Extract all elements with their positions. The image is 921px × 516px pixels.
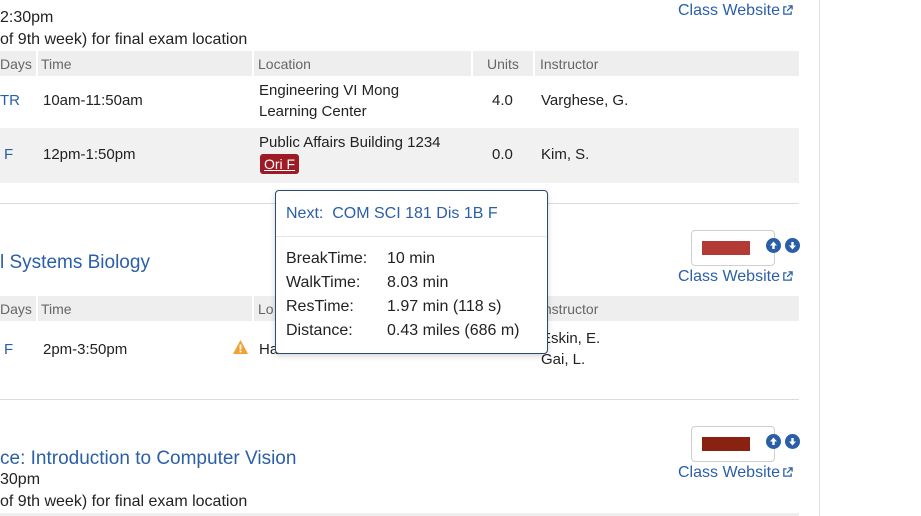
color-swatch	[702, 241, 750, 255]
row-instructor-1: Eskin, E.	[541, 330, 601, 347]
header-instructor: Instructor	[540, 301, 599, 317]
tooltip-break-value: 10 min	[387, 250, 436, 267]
row-instructor: Kim, S.	[541, 146, 590, 163]
ori-f-badge[interactable]: Ori F	[260, 154, 300, 174]
col-gap	[471, 51, 473, 76]
row-time: 12pm-1:50pm	[43, 146, 136, 163]
class-website-label: Class Website	[678, 2, 780, 19]
col-gap	[36, 296, 38, 321]
row-days: F	[4, 146, 14, 163]
course3-final-note: of 9th week) for final exam location	[0, 493, 248, 510]
course2-title[interactable]: l Systems Biology	[0, 252, 150, 274]
section-divider	[0, 399, 799, 400]
move-down-icon[interactable]	[785, 238, 800, 253]
course1-time-line: 2:30pm	[0, 9, 54, 26]
course2-color-picker[interactable]	[691, 230, 775, 266]
col-gap	[252, 296, 254, 321]
color-swatch	[702, 437, 750, 451]
row-location-line2: Learning Center	[259, 103, 367, 120]
class-website-label: Class Website	[678, 464, 780, 481]
move-up-icon[interactable]	[766, 434, 781, 449]
row-location-line1: Public Affairs Building 1234	[259, 134, 441, 151]
row-instructor-2: Gai, L.	[541, 351, 586, 368]
col-gap	[533, 51, 535, 76]
tooltip-res-label: ResTime:	[286, 298, 354, 315]
warning-icon[interactable]	[232, 339, 249, 355]
header-location: Lo	[258, 301, 274, 317]
col-gap	[252, 51, 254, 76]
class-website-label: Class Website	[678, 268, 780, 285]
tooltip-break-label: BreakTime:	[286, 250, 368, 267]
course3-color-picker[interactable]	[691, 426, 775, 462]
tooltip-walk-value: 8.03 min	[387, 274, 449, 291]
table-row: F 12pm-1:50pm Public Affairs Building 12…	[0, 128, 799, 183]
right-panel-border	[819, 0, 820, 516]
tooltip-res-value: 1.97 min (118 s)	[387, 298, 502, 315]
course1-final-note: of 9th week) for final exam location	[0, 31, 248, 48]
header-units: Units	[487, 56, 519, 72]
course2-class-website-link[interactable]: Class Website	[678, 268, 793, 286]
tooltip-next-course: COM SCI 181 Dis 1B F	[332, 205, 498, 222]
tooltip-distance-label: Distance:	[286, 322, 353, 339]
row-days: F	[4, 341, 14, 358]
row-time: 2pm-3:50pm	[43, 341, 128, 358]
row-location-line1: Engineering VI Mong	[259, 82, 400, 99]
course3-title[interactable]: ce: Introduction to Computer Vision	[0, 448, 296, 470]
header-days: Days	[0, 56, 32, 72]
external-link-icon	[783, 467, 793, 477]
row-units: 4.0	[492, 92, 513, 109]
external-link-icon	[783, 5, 793, 15]
tooltip-divider	[276, 236, 547, 237]
header-days: Days	[0, 301, 32, 317]
tooltip-next-label: Next:	[286, 205, 324, 222]
header-location: Location	[258, 56, 311, 72]
course3-time-line: 30pm	[0, 471, 41, 488]
tooltip-distance-value: 0.43 miles (686 m)	[387, 322, 520, 339]
course1-class-website-link[interactable]: Class Website	[678, 2, 793, 20]
row-days: TR	[0, 92, 20, 109]
header-time: Time	[41, 301, 72, 317]
move-up-icon[interactable]	[766, 238, 781, 253]
header-time: Time	[41, 56, 72, 72]
external-link-icon	[783, 271, 793, 281]
row-time: 10am-11:50am	[43, 92, 143, 109]
travel-info-tooltip: Next: COM SCI 181 Dis 1B F BreakTime: 10…	[275, 190, 548, 354]
header-instructor: Instructor	[540, 56, 599, 72]
tooltip-next-line: Next: COM SCI 181 Dis 1B F	[286, 205, 498, 223]
col-gap	[36, 51, 38, 76]
course1-table-header: Days Time Location Units Instructor	[0, 51, 799, 76]
move-down-icon[interactable]	[785, 434, 800, 449]
row-instructor: Varghese, G.	[541, 92, 629, 109]
tooltip-walk-label: WalkTime:	[286, 274, 361, 291]
course3-class-website-link[interactable]: Class Website	[678, 464, 793, 482]
row-units: 0.0	[492, 146, 513, 163]
